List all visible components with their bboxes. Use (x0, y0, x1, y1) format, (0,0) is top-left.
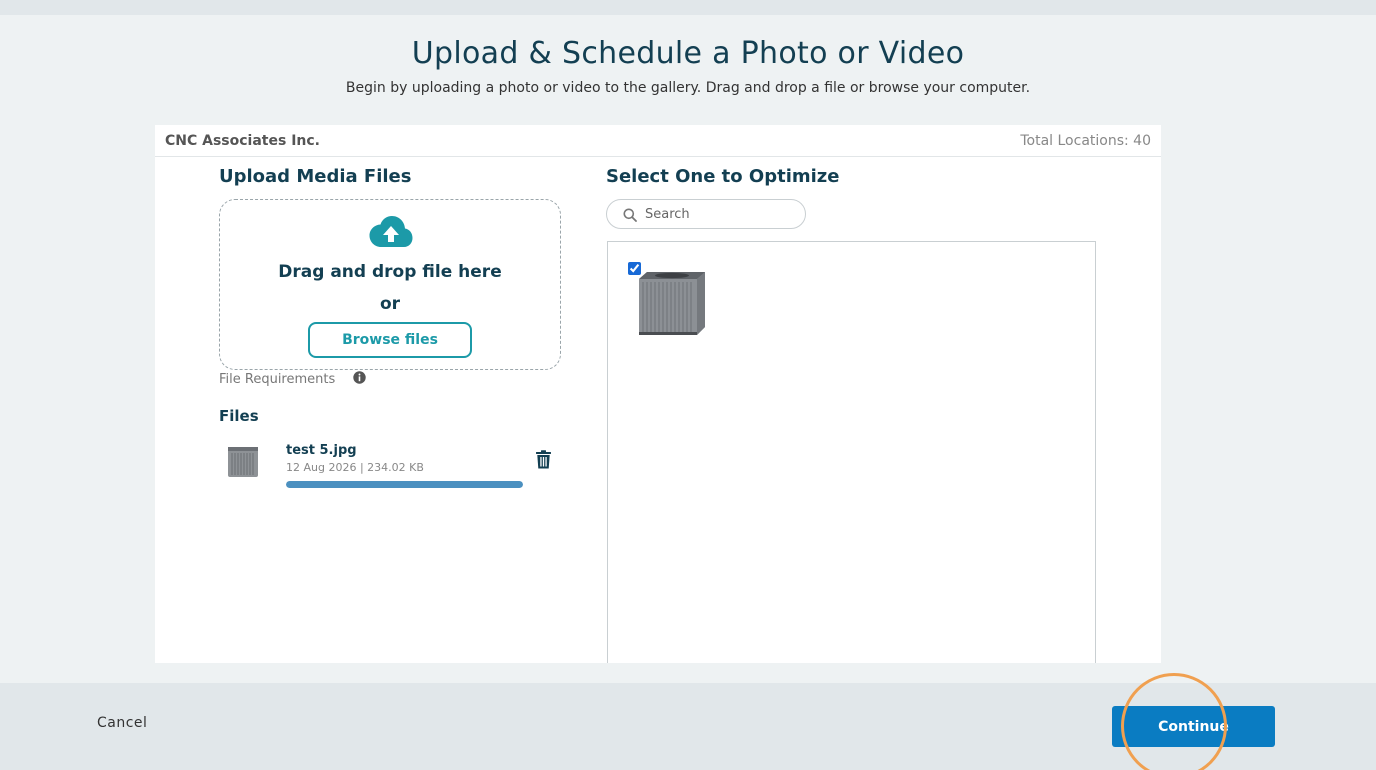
cloud-upload-icon (369, 216, 413, 247)
search-input[interactable] (645, 204, 795, 224)
card-header: CNC Associates Inc. Total Locations: 40 (155, 125, 1161, 157)
file-thumbnail (228, 447, 258, 477)
media-gallery (607, 241, 1096, 663)
upload-progress-bar (286, 481, 523, 488)
cancel-button[interactable]: Cancel (97, 715, 147, 731)
upload-card: CNC Associates Inc. Total Locations: 40 … (155, 125, 1161, 663)
page-subtitle: Begin by uploading a photo or video to t… (345, 80, 1031, 96)
continue-button[interactable]: Continue (1112, 706, 1275, 747)
upload-progress-fill (286, 481, 523, 488)
company-name: CNC Associates Inc. (165, 133, 320, 149)
top-bar (0, 0, 1376, 15)
footer-bar: Cancel Continue (0, 683, 1376, 770)
search-icon (623, 208, 637, 222)
search-box[interactable] (606, 199, 806, 229)
info-icon[interactable] (353, 371, 366, 384)
gallery-item-image[interactable] (635, 269, 709, 337)
drop-zone[interactable]: Drag and drop file here or Browse files (219, 199, 561, 370)
file-name: test 5.jpg (286, 443, 357, 458)
file-meta: 12 Aug 2026 | 234.02 KB (286, 461, 424, 474)
gallery-item-checkbox[interactable] (628, 262, 641, 275)
drag-drop-text: Drag and drop file here (278, 262, 502, 282)
or-text: or (379, 294, 401, 314)
browse-files-button[interactable]: Browse files (308, 322, 472, 358)
files-title: Files (219, 407, 259, 425)
optimize-section-title: Select One to Optimize (606, 166, 840, 187)
upload-section-title: Upload Media Files (219, 166, 412, 187)
page-title: Upload & Schedule a Photo or Video (411, 36, 965, 71)
file-requirements-label: File Requirements (219, 372, 336, 387)
total-locations: Total Locations: 40 (1020, 133, 1151, 149)
trash-icon[interactable] (535, 450, 552, 469)
